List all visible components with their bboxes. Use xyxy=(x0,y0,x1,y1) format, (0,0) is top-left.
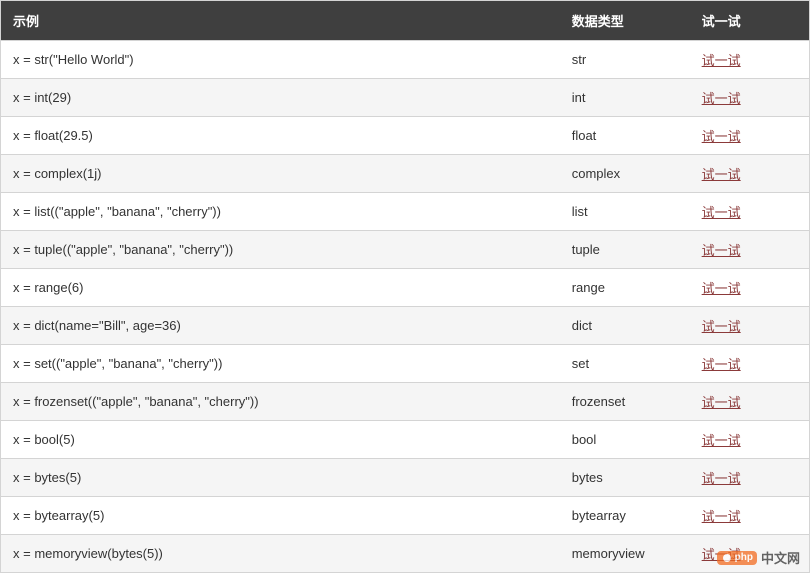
table-row: x = range(6)range 试一试 xyxy=(1,269,810,307)
cell-try: 试一试 xyxy=(690,41,810,79)
cell-datatype: tuple xyxy=(560,231,690,269)
try-link[interactable]: 试一试 xyxy=(702,91,741,106)
cell-datatype: memoryview xyxy=(560,535,690,573)
cell-try: 试一试 xyxy=(690,231,810,269)
cell-example: x = frozenset(("apple", "banana", "cherr… xyxy=(1,383,560,421)
cell-datatype: float xyxy=(560,117,690,155)
table-row: x = str("Hello World")str 试一试 xyxy=(1,41,810,79)
cell-example: x = tuple(("apple", "banana", "cherry")) xyxy=(1,231,560,269)
table-row: x = set(("apple", "banana", "cherry"))se… xyxy=(1,345,810,383)
cell-datatype: set xyxy=(560,345,690,383)
try-link[interactable]: 试一试 xyxy=(702,281,741,296)
datatype-table: 示例 数据类型 试一试 x = str("Hello World")str试一试… xyxy=(0,0,810,573)
cell-try: 试一试 xyxy=(690,117,810,155)
cell-example: x = memoryview(bytes(5)) xyxy=(1,535,560,573)
table-row: x = bool(5)bool 试一试 xyxy=(1,421,810,459)
cell-try: 试一试 xyxy=(690,535,810,573)
try-link[interactable]: 试一试 xyxy=(702,167,741,182)
cell-try: 试一试 xyxy=(690,269,810,307)
cell-try: 试一试 xyxy=(690,497,810,535)
cell-datatype: frozenset xyxy=(560,383,690,421)
cell-datatype: range xyxy=(560,269,690,307)
cell-example: x = float(29.5) xyxy=(1,117,560,155)
table-row: x = complex(1j)complex 试一试 xyxy=(1,155,810,193)
table-row: x = dict(name="Bill", age=36)dict 试一试 xyxy=(1,307,810,345)
cell-example: x = complex(1j) xyxy=(1,155,560,193)
header-example: 示例 xyxy=(1,1,560,41)
cell-example: x = bytearray(5) xyxy=(1,497,560,535)
cell-try: 试一试 xyxy=(690,307,810,345)
table-row: x = tuple(("apple", "banana", "cherry"))… xyxy=(1,231,810,269)
cell-datatype: str xyxy=(560,41,690,79)
try-link[interactable]: 试一试 xyxy=(702,205,741,220)
try-link[interactable]: 试一试 xyxy=(702,471,741,486)
table-row: x = list(("apple", "banana", "cherry"))l… xyxy=(1,193,810,231)
cell-example: x = bytes(5) xyxy=(1,459,560,497)
table-row: x = float(29.5)float 试一试 xyxy=(1,117,810,155)
try-link[interactable]: 试一试 xyxy=(702,395,741,410)
cell-try: 试一试 xyxy=(690,79,810,117)
table-row: x = frozenset(("apple", "banana", "cherr… xyxy=(1,383,810,421)
header-try: 试一试 xyxy=(690,1,810,41)
cell-datatype: dict xyxy=(560,307,690,345)
cell-try: 试一试 xyxy=(690,421,810,459)
cell-datatype: bool xyxy=(560,421,690,459)
cell-example: x = set(("apple", "banana", "cherry")) xyxy=(1,345,560,383)
try-link[interactable]: 试一试 xyxy=(702,129,741,144)
cell-try: 试一试 xyxy=(690,193,810,231)
try-link[interactable]: 试一试 xyxy=(702,433,741,448)
try-link[interactable]: 试一试 xyxy=(702,319,741,334)
cell-datatype: complex xyxy=(560,155,690,193)
cell-example: x = str("Hello World") xyxy=(1,41,560,79)
cell-try: 试一试 xyxy=(690,345,810,383)
table-row: x = memoryview(bytes(5))memoryview 试一试 xyxy=(1,535,810,573)
cell-try: 试一试 xyxy=(690,155,810,193)
table-row: x = bytes(5)bytes 试一试 xyxy=(1,459,810,497)
cell-datatype: bytearray xyxy=(560,497,690,535)
try-link[interactable]: 试一试 xyxy=(702,53,741,68)
table-row: x = bytearray(5)bytearray 试一试 xyxy=(1,497,810,535)
try-link[interactable]: 试一试 xyxy=(702,547,741,562)
cell-example: x = list(("apple", "banana", "cherry")) xyxy=(1,193,560,231)
cell-datatype: bytes xyxy=(560,459,690,497)
cell-datatype: list xyxy=(560,193,690,231)
try-link[interactable]: 试一试 xyxy=(702,509,741,524)
cell-example: x = range(6) xyxy=(1,269,560,307)
cell-try: 试一试 xyxy=(690,459,810,497)
cell-example: x = int(29) xyxy=(1,79,560,117)
cell-example: x = bool(5) xyxy=(1,421,560,459)
cell-example: x = dict(name="Bill", age=36) xyxy=(1,307,560,345)
try-link[interactable]: 试一试 xyxy=(702,357,741,372)
cell-datatype: int xyxy=(560,79,690,117)
table-header-row: 示例 数据类型 试一试 xyxy=(1,1,810,41)
table-row: x = int(29)int 试一试 xyxy=(1,79,810,117)
header-datatype: 数据类型 xyxy=(560,1,690,41)
cell-try: 试一试 xyxy=(690,383,810,421)
try-link[interactable]: 试一试 xyxy=(702,243,741,258)
